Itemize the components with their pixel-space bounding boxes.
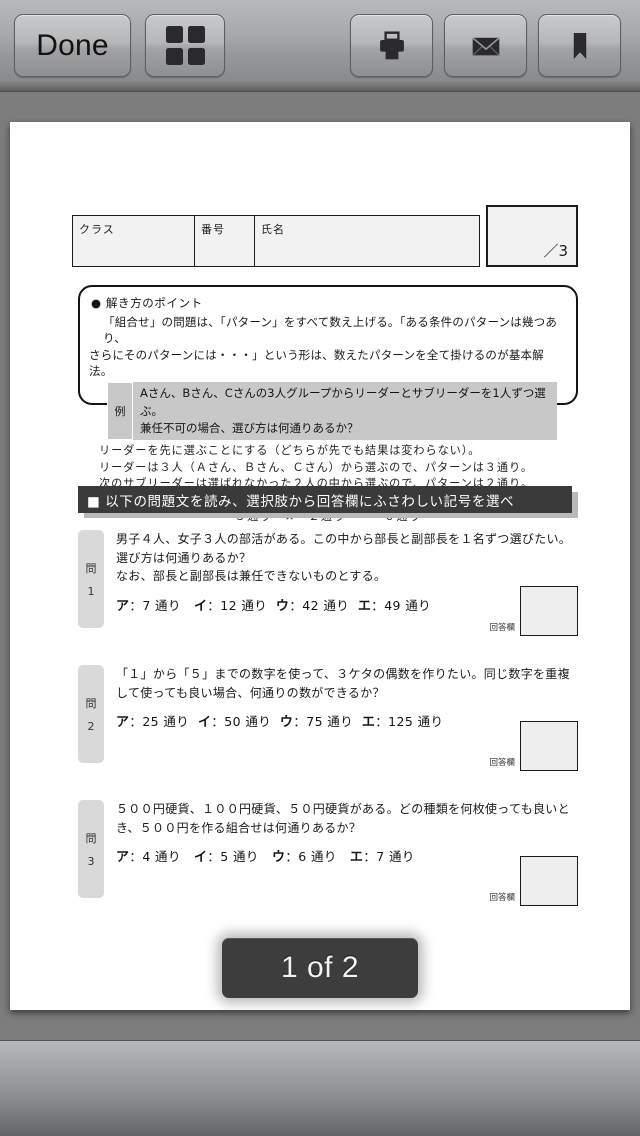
question-3-answer-area: 回答欄 <box>489 856 578 906</box>
document-page[interactable]: クラス 番号 氏名 ／3 ● 解き方のポイント 「組合せ」の問題は、「パターン」… <box>10 122 630 1010</box>
question-2-option-value-d: 125 通り <box>388 714 444 730</box>
question-2-text: 「１」から「５」までの数字を使って、３ケタの偶数を作りたい。同じ数字を重複 して… <box>116 665 578 702</box>
mail-button[interactable] <box>444 14 527 77</box>
question-3-answer-box[interactable] <box>520 856 578 906</box>
question-2-option-value-b: 50 通り <box>224 714 272 730</box>
question-2-option-mark-c: ウ <box>279 715 294 731</box>
question-3-option-mark-c: ウ <box>271 850 286 866</box>
question-3-option-mark-d: エ <box>349 850 364 866</box>
question-1-option-mark-a: ア <box>116 598 130 614</box>
question-3-text: ５００円硬貨、１００円硬貨、５０円硬貨がある。どの種類を何枚使っても良いと き、… <box>116 800 578 837</box>
student-info-table: クラス 番号 氏名 <box>72 215 480 267</box>
question-2-option-value-a: 25 通り <box>142 714 190 730</box>
question-1-option-value-b: 12 通り <box>220 597 268 613</box>
question-1-option-mark-c: ウ <box>275 598 290 614</box>
question-2-text-line-2: して使っても良い場合、何通りの数ができるか？ <box>116 685 385 700</box>
name-cell: 氏名 <box>255 216 479 266</box>
number-cell: 番号 <box>195 216 255 266</box>
question-2-tab-label: 問 <box>85 697 97 710</box>
question-3-option-mark-a: ア <box>116 850 130 866</box>
question-3-text-line-1: ５００円硬貨、１００円硬貨、５０円硬貨がある。どの種類を何枚使っても良いと <box>116 802 570 816</box>
question-3-tab-number: 3 <box>87 855 95 868</box>
question-1-answer-area: 回答欄 <box>489 586 578 636</box>
question-2-text-line-1: 「１」から「５」までの数字を使って、３ケタの偶数を作りたい。同じ数字を重複 <box>116 667 570 681</box>
question-3-option-value-c: 6 通り <box>298 849 337 865</box>
question-1-option-mark-d: エ <box>357 598 372 614</box>
top-toolbar: Done <box>0 0 640 92</box>
question-1-tab-number: 1 <box>87 585 95 598</box>
question-3-option-value-b: 5 通り <box>220 849 259 865</box>
done-button-label: Done <box>36 28 109 62</box>
question-2-answer-box[interactable] <box>520 721 578 771</box>
example-text: Aさん、Bさん、Cさんの3人グループからリーダーとサブリーダーを1人ずつ選ぶ。 … <box>133 382 557 440</box>
question-1-option-value-a: 7 通り <box>142 597 181 613</box>
document-content: クラス 番号 氏名 ／3 ● 解き方のポイント 「組合せ」の問題は、「パターン」… <box>10 122 630 1010</box>
question-3: 問 3 ５００円硬貨、１００円硬貨、５０円硬貨がある。どの種類を何枚使っても良い… <box>78 800 578 918</box>
question-1: 問 1 男子４人、女子３人の部活がある。この中から部長と副部長を１名ずつ選びたい… <box>78 530 578 648</box>
points-line-1: 「組合せ」の問題は、「パターン」をすべて数え上げる。「ある条件のパターンは幾つあ… <box>103 315 558 346</box>
class-cell: クラス <box>73 216 195 266</box>
question-1-text: 男子４人、女子３人の部活がある。この中から部長と副部長を１名ずつ選びたい。 選び… <box>116 530 578 586</box>
question-3-answer-label: 回答欄 <box>489 893 515 903</box>
question-2-option-value-c: 75 通り <box>306 714 354 730</box>
mail-icon <box>471 36 500 56</box>
question-3-option-value-d: 7 通り <box>376 849 415 865</box>
print-icon <box>379 30 404 59</box>
question-2: 問 2 「１」から「５」までの数字を使って、３ケタの偶数を作りたい。同じ数字を重… <box>78 665 578 783</box>
example-box: 例 Aさん、Bさん、Cさんの3人グループからリーダーとサブリーダーを1人ずつ選ぶ… <box>107 382 557 441</box>
thumbnail-grid-button[interactable] <box>145 14 225 77</box>
score-box: ／3 <box>486 205 578 267</box>
question-3-tab: 問 3 <box>78 800 104 898</box>
question-1-tab: 問 1 <box>78 530 104 628</box>
question-3-option-mark-b: イ <box>193 850 208 866</box>
question-1-option-value-c: 42 通り <box>302 597 350 613</box>
solution-points-box: ● 解き方のポイント 「組合せ」の問題は、「パターン」をすべて数え上げる。「ある… <box>78 285 578 523</box>
question-2-answer-label: 回答欄 <box>489 758 515 768</box>
question-3-tab-label: 問 <box>85 832 97 845</box>
question-1-answer-box[interactable] <box>520 586 578 636</box>
section-header-bar: ■ 以下の問題文を読み、選択肢から回答欄にふさわしい記号を選べ <box>78 486 572 513</box>
page-indicator-label: 1 of 2 <box>280 951 360 984</box>
page-indicator: 1 of 2 <box>222 938 418 998</box>
question-1-text-line-1: 男子４人、女子３人の部活がある。この中から部長と副部長を１名ずつ選びたい。 <box>116 532 572 546</box>
question-2-option-mark-a: ア <box>116 715 130 731</box>
question-1-option-value-d: 49 通り <box>384 597 432 613</box>
question-3-option-value-a: 4 通り <box>142 849 181 865</box>
print-button[interactable] <box>350 14 433 77</box>
question-1-text-line-2: 選び方は何通りあるか？ <box>116 550 252 565</box>
question-1-text-line-3: なお、部長と副部長は兼任できないものとする。 <box>116 569 387 584</box>
example-line-1: Aさん、Bさん、Cさんの3人グループからリーダーとサブリーダーを1人ずつ選ぶ。 <box>140 386 546 418</box>
question-2-answer-area: 回答欄 <box>489 721 578 771</box>
question-3-text-line-2: き、５００円を作る組合せは何通りあるか？ <box>116 820 362 835</box>
bookmark-button[interactable] <box>538 14 621 77</box>
pdf-viewer-screen: Done クラス 番号 氏名 ／3 ● 解き方のポイント 「組合せ」の問題は、「… <box>0 0 640 1136</box>
question-2-tab: 問 2 <box>78 665 104 763</box>
thumbnail-list <box>0 1041 640 1136</box>
question-2-option-mark-b: イ <box>197 715 212 731</box>
question-2-tab-number: 2 <box>87 720 95 733</box>
example-line-2: 兼任不可の場合、選び方は何通りあるか？ <box>140 420 359 435</box>
points-title: ● 解き方のポイント <box>91 296 203 310</box>
question-1-tab-label: 問 <box>85 562 97 575</box>
section-header-label: ■ 以下の問題文を読み、選択肢から回答欄にふさわしい記号を選べ <box>87 493 515 510</box>
question-2-option-mark-d: エ <box>361 715 376 731</box>
class-label: クラス <box>79 223 115 236</box>
number-label: 番号 <box>201 223 225 236</box>
solution-line-2: リーダーは３人（Ａさん、Ｂさん、Ｃさん）から選ぶので、パターンは３通り。 <box>99 460 533 474</box>
question-1-answer-label: 回答欄 <box>489 623 515 633</box>
name-label: 氏名 <box>261 223 285 236</box>
thumbnail-strip[interactable] <box>0 1040 640 1136</box>
section-header: ■ 以下の問題文を読み、選択肢から回答欄にふさわしい記号を選べ <box>78 486 578 518</box>
question-1-option-mark-b: イ <box>193 598 208 614</box>
grid-icon <box>165 26 205 65</box>
done-button[interactable]: Done <box>14 14 131 77</box>
points-line-2: さらにそのパターンには・・・」という形は、数えたパターンを全て掛けるのが基本解法… <box>89 347 544 378</box>
bookmark-icon <box>573 32 586 59</box>
example-tag: 例 <box>107 382 133 441</box>
solution-line-1: リーダーを先に選ぶことにする（どちらが先でも結果は変わらない）。 <box>99 444 481 458</box>
score-value: ／3 <box>543 242 568 260</box>
